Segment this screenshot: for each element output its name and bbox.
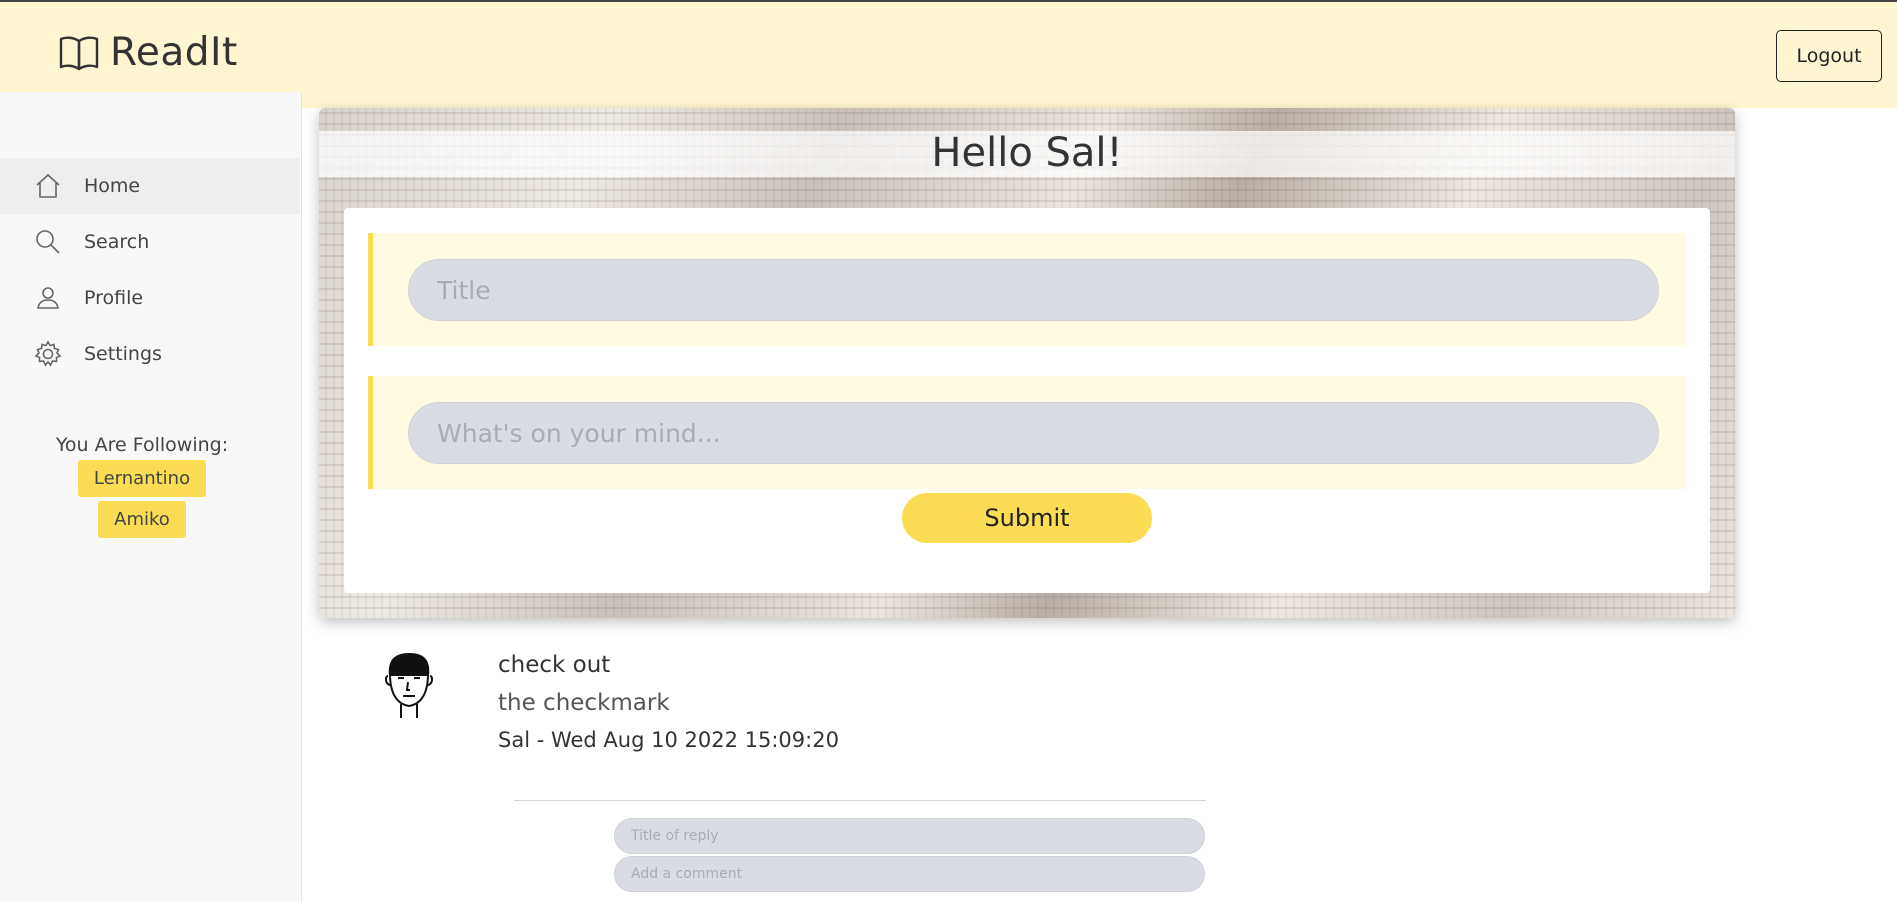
post-body-input[interactable]: What's on your mind... [408, 402, 1659, 464]
body-field-wrap: What's on your mind... [368, 376, 1686, 489]
following-tag[interactable]: Amiko [98, 501, 186, 538]
search-icon [36, 230, 60, 254]
reply-title-input[interactable]: Title of reply [614, 818, 1205, 854]
following-title: You Are Following: [55, 434, 229, 456]
post-form-card: Title What's on your mind... Submit [344, 208, 1710, 593]
post-title: check out [498, 652, 611, 678]
post-body: the checkmark [498, 690, 670, 716]
sidebar-item-label: Home [84, 175, 141, 197]
sidebar-item-home[interactable]: Home [0, 158, 300, 214]
reply-divider [514, 800, 1206, 801]
brand-name: ReadIt [110, 30, 238, 75]
greeting-title: Hello Sal! [931, 130, 1123, 176]
sidebar-item-search[interactable]: Search [0, 214, 300, 270]
following-list: You Are Following: Lernantino Amiko [0, 434, 284, 542]
book-icon [59, 35, 99, 70]
logout-button[interactable]: Logout [1776, 30, 1882, 82]
submit-button[interactable]: Submit [902, 493, 1152, 543]
title-field-wrap: Title [368, 233, 1686, 346]
sidebar-item-label: Settings [84, 343, 162, 365]
home-icon [36, 174, 60, 198]
gear-icon [34, 340, 62, 367]
sidebar-item-settings[interactable]: Settings [0, 326, 300, 382]
sidebar-item-profile[interactable]: Profile [0, 270, 300, 326]
user-icon [37, 287, 59, 309]
sidebar-item-label: Search [84, 231, 150, 253]
brand[interactable]: ReadIt [58, 30, 238, 75]
reply-comment-input[interactable]: Add a comment [614, 856, 1205, 892]
avatar-face-icon [384, 652, 434, 718]
following-tag[interactable]: Lernantino [77, 460, 207, 497]
title-input[interactable]: Title [408, 259, 1659, 321]
sidebar: Home Search Profile Settings You Are Fol… [0, 92, 302, 902]
composer-hero: Hello Sal! Title What's on your mind... … [319, 108, 1735, 618]
sidebar-item-label: Profile [84, 287, 144, 309]
post-meta: Sal - Wed Aug 10 2022 15:09:20 [498, 728, 839, 752]
